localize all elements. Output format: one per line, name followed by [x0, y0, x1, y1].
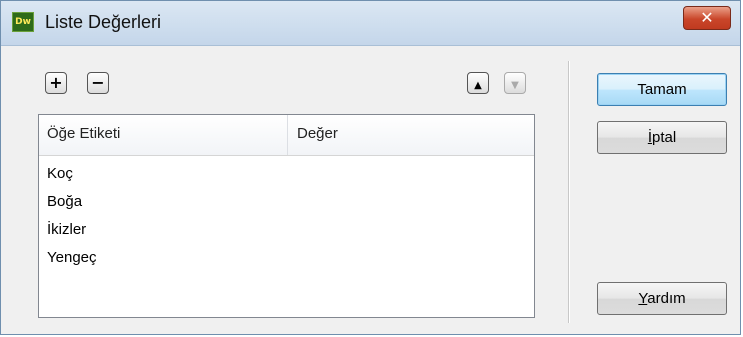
help-button[interactable]: Yardım — [597, 282, 727, 315]
list-header: Öğe Etiketi Değer — [39, 115, 534, 156]
help-mnemonic: Y — [638, 290, 648, 307]
arrow-up-icon: ▲ — [474, 80, 482, 91]
values-list[interactable]: Öğe Etiketi Değer Koç Boğa İkizler Yenge… — [38, 114, 535, 318]
vertical-divider — [568, 61, 569, 323]
column-header-value[interactable]: Değer — [297, 125, 338, 142]
help-label-rest: ardım — [647, 290, 686, 307]
move-down-button[interactable]: ▼ — [504, 72, 526, 94]
column-header-item-label[interactable]: Öğe Etiketi — [47, 125, 120, 142]
plus-icon: + — [49, 73, 63, 92]
arrow-down-icon: ▼ — [511, 80, 519, 91]
list-item[interactable]: İkizler — [47, 221, 86, 238]
dreamweaver-app-icon: Dw — [12, 12, 34, 32]
list-values-dialog: Dw Liste Değerleri ✕ + − ▲ ▼ Öğe Etiketi… — [0, 0, 741, 335]
ok-button[interactable]: Tamam — [597, 73, 727, 106]
cancel-button[interactable]: İptal — [597, 121, 727, 154]
title-bar[interactable]: Dw Liste Değerleri ✕ — [1, 1, 740, 46]
minus-icon: − — [91, 73, 105, 92]
move-up-button[interactable]: ▲ — [467, 72, 489, 94]
column-divider[interactable] — [287, 115, 288, 155]
close-icon: ✕ — [700, 8, 714, 27]
close-button[interactable]: ✕ — [683, 6, 731, 30]
list-item[interactable]: Boğa — [47, 193, 82, 210]
cancel-label-rest: ptal — [651, 129, 677, 146]
list-item[interactable]: Yengeç — [47, 249, 97, 266]
list-item[interactable]: Koç — [47, 165, 73, 182]
dialog-title: Liste Değerleri — [45, 12, 162, 32]
add-item-button[interactable]: + — [45, 72, 67, 94]
remove-item-button[interactable]: − — [87, 72, 109, 94]
